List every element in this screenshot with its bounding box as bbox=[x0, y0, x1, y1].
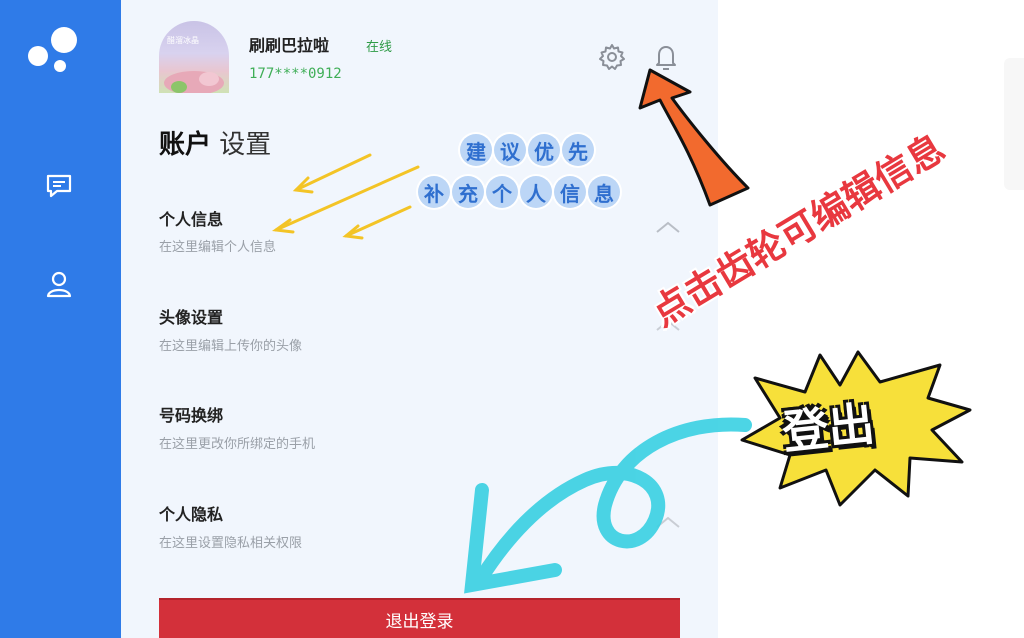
setting-phone-title[interactable]: 号码换绑 bbox=[159, 402, 223, 426]
setting-privacy-title[interactable]: 个人隐私 bbox=[159, 501, 223, 525]
right-area bbox=[718, 0, 1024, 638]
side-card bbox=[1004, 58, 1024, 190]
page-title-bold: 账户 bbox=[159, 130, 212, 160]
bubble-char: 信 bbox=[554, 176, 586, 208]
user-name: 刷刷巴拉啦 bbox=[249, 36, 330, 55]
bubble-char: 优 bbox=[528, 134, 560, 166]
setting-privacy-desc: 在这里设置隐私相关权限 bbox=[159, 536, 303, 551]
user-icon[interactable] bbox=[43, 268, 75, 300]
bubble-char: 先 bbox=[562, 134, 594, 166]
avatar-text: 醋溜冰晶 bbox=[167, 36, 199, 45]
setting-profile-title[interactable]: 个人信息 bbox=[159, 206, 223, 230]
bubble-char: 个 bbox=[486, 176, 518, 208]
logout-burst-text: 登出 bbox=[779, 396, 877, 460]
bubble-char: 议 bbox=[494, 134, 526, 166]
bubble-line-2: 补 充 个 人 信 息 bbox=[418, 176, 620, 208]
bubble-char: 人 bbox=[520, 176, 552, 208]
avatar-flower-image bbox=[164, 71, 224, 93]
app-logo bbox=[28, 27, 77, 72]
phone-number: 177****0912 bbox=[249, 66, 342, 82]
setting-profile-desc: 在这里编辑个人信息 bbox=[159, 240, 277, 255]
chevron-up-icon[interactable] bbox=[655, 220, 681, 234]
online-status: 在线 bbox=[366, 40, 393, 55]
bubble-char: 充 bbox=[452, 176, 484, 208]
logout-button[interactable]: 退出登录 bbox=[159, 598, 680, 638]
setting-phone-desc: 在这里更改你所绑定的手机 bbox=[159, 437, 316, 452]
gear-icon[interactable] bbox=[597, 42, 627, 72]
bell-icon[interactable] bbox=[651, 42, 681, 72]
bubble-char: 建 bbox=[460, 134, 492, 166]
bubble-char: 息 bbox=[588, 176, 620, 208]
chat-icon[interactable] bbox=[43, 170, 75, 202]
sidebar-nav bbox=[0, 0, 121, 638]
avatar[interactable]: 醋溜冰晶 bbox=[159, 21, 229, 93]
setting-avatar-desc: 在这里编辑上传你的头像 bbox=[159, 339, 303, 354]
page-title: 账户 设置 bbox=[159, 124, 271, 161]
bubble-char: 补 bbox=[418, 176, 450, 208]
setting-avatar-title[interactable]: 头像设置 bbox=[159, 304, 223, 328]
chevron-up-icon[interactable] bbox=[655, 515, 681, 529]
bubble-line-1: 建 议 优 先 bbox=[460, 134, 594, 166]
page-title-light: 设置 bbox=[219, 130, 272, 160]
